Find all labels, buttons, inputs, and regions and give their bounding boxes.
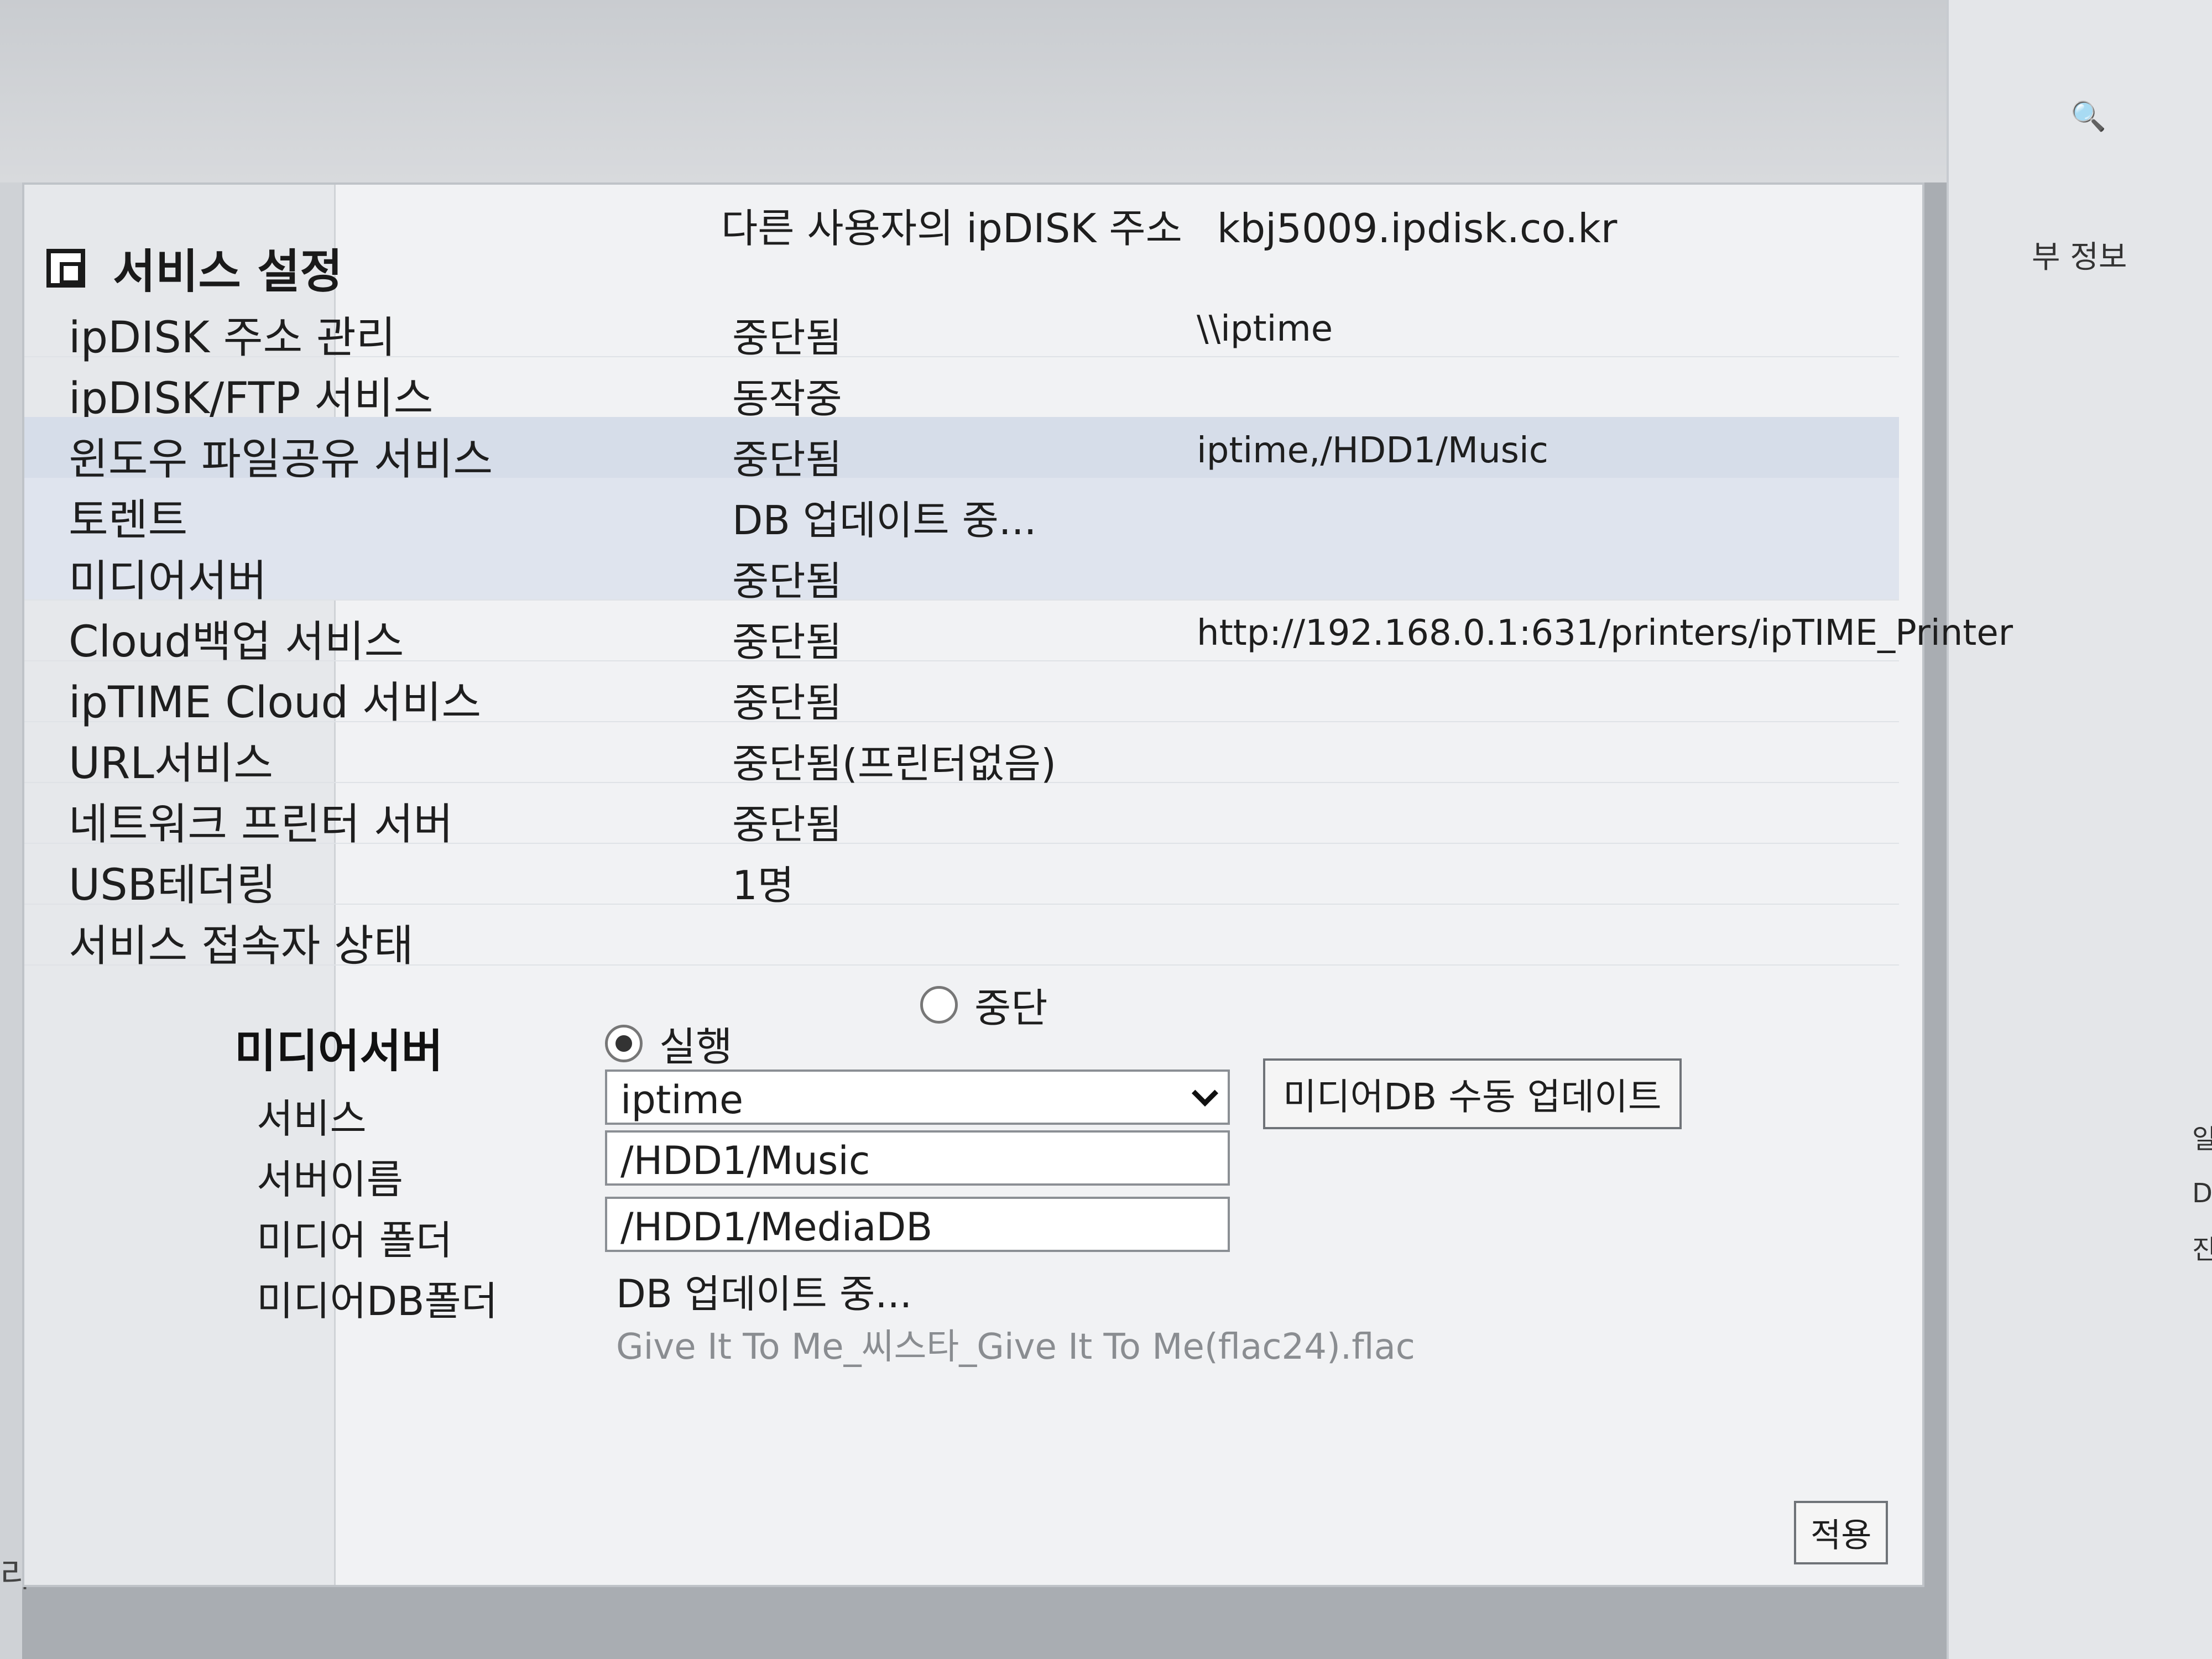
service-row[interactable]: 토렌트 DB 업데이트 중... (24, 478, 1899, 545)
service-status: 1명 (732, 862, 795, 909)
apply-button[interactable]: 적용 (1794, 1501, 1888, 1564)
server-name-select[interactable]: iptime (605, 1070, 1230, 1125)
service-status: 중단됨 (732, 619, 842, 665)
service-status: 중단됨 (732, 680, 842, 726)
background-fragment: 진 (2192, 1234, 2212, 1265)
service-row[interactable]: ipTIME Cloud 서비스 중단됨 (24, 660, 1899, 728)
ipdisk-address-line: 다른 사용자의 ipDISK 주소 kbj5009.ipdisk.co.kr (721, 196, 1639, 254)
address-label: 다른 사용자의 ipDISK 주소 (721, 205, 1182, 252)
media-folder-label: 미디어 폴더 (257, 1217, 453, 1264)
search-icon[interactable]: 🔍 (2070, 100, 2106, 133)
radio-run-label: 실행 (659, 1024, 733, 1070)
service-row[interactable]: 네트워크 프린터 서버 중단됨 (24, 782, 1899, 849)
window-icon (46, 248, 85, 288)
service-row[interactable]: Cloud백업 서비스 중단됨 http://192.168.0.1:631/p… (24, 599, 2013, 667)
service-row[interactable]: 윈도우 파일공유 서비스 중단됨 iptime,/HDD1/Music (24, 417, 1899, 484)
server-name-label: 서버이름 (257, 1156, 403, 1203)
background-fragment: 일 크 (2192, 1124, 2212, 1155)
mediadb-folder-label: 미디어DB폴더 (257, 1278, 498, 1324)
address-value: kbj5009.ipdisk.co.kr (1217, 205, 1618, 252)
service-row[interactable]: USB테더링 1명 (24, 843, 1899, 910)
service-label: 서비스 (257, 1095, 367, 1142)
service-status: 중단됨 (732, 315, 842, 361)
radio-run-option[interactable]: 실행 (605, 1014, 732, 1072)
service-status: 중단됨 (732, 436, 842, 483)
db-status-text: DB 업데이트 중... (616, 1271, 912, 1317)
service-name: 서비스 접속자 상태 (69, 921, 414, 971)
service-row[interactable]: URL서비스 중단됨(프린터없음) (24, 721, 1899, 789)
service-status: DB 업데이트 중... (732, 497, 1037, 544)
server-name-value: iptime (620, 1077, 744, 1123)
current-file-text: Give It To Me_씨스타_Give It To Me(flac24).… (616, 1327, 1415, 1368)
service-settings-panel: 다른 사용자의 ipDISK 주소 kbj5009.ipdisk.co.kr 서… (22, 182, 2013, 1587)
service-row[interactable]: 미디어서버 중단됨 (24, 539, 1899, 606)
media-server-section-title: 미디어서버 (234, 1025, 444, 1078)
service-status: 중단됨(프린터없음) (732, 740, 1057, 787)
panel-header: 서비스 설정 (46, 234, 343, 301)
mediadb-manual-update-button[interactable]: 미디어DB 수동 업데이트 (1263, 1058, 1682, 1129)
service-row[interactable]: ipDISK 주소 관리 중단됨 \\iptime (24, 295, 1899, 363)
radio-stop[interactable] (920, 985, 958, 1024)
background-fragment: Dat (2192, 1178, 2212, 1209)
service-status: 중단됨 (732, 558, 842, 604)
top-toolbar-area (0, 0, 1947, 182)
media-folder-field[interactable]: /HDD1/Music (605, 1130, 1230, 1186)
service-status: 중단됨 (732, 801, 842, 848)
background-side-label: 부 정보 (2032, 239, 2127, 275)
service-detail: iptime,/HDD1/Music (1197, 430, 1548, 471)
left-edge: 리 (0, 182, 30, 1659)
service-detail: http://192.168.0.1:631/printers/ipTIME_P… (1197, 613, 2013, 654)
background-window: 🔍 부 정보 일 크 Dat 진 (1947, 0, 2212, 1659)
page-title: 서비스 설정 (113, 244, 343, 299)
service-status: 동작중 (732, 375, 842, 422)
service-row[interactable]: ipDISK/FTP 서비스 동작중 (24, 356, 1899, 424)
mediadb-folder-field[interactable]: /HDD1/MediaDB (605, 1197, 1230, 1252)
chevron-down-icon[interactable] (1191, 1079, 1219, 1107)
service-row[interactable]: 서비스 접속자 상태 (24, 904, 1899, 971)
radio-run[interactable] (605, 1024, 643, 1062)
service-detail: \\iptime (1197, 309, 1333, 349)
radio-stop-option[interactable]: 중단 (920, 975, 1047, 1034)
radio-stop-label: 중단 (974, 985, 1048, 1031)
